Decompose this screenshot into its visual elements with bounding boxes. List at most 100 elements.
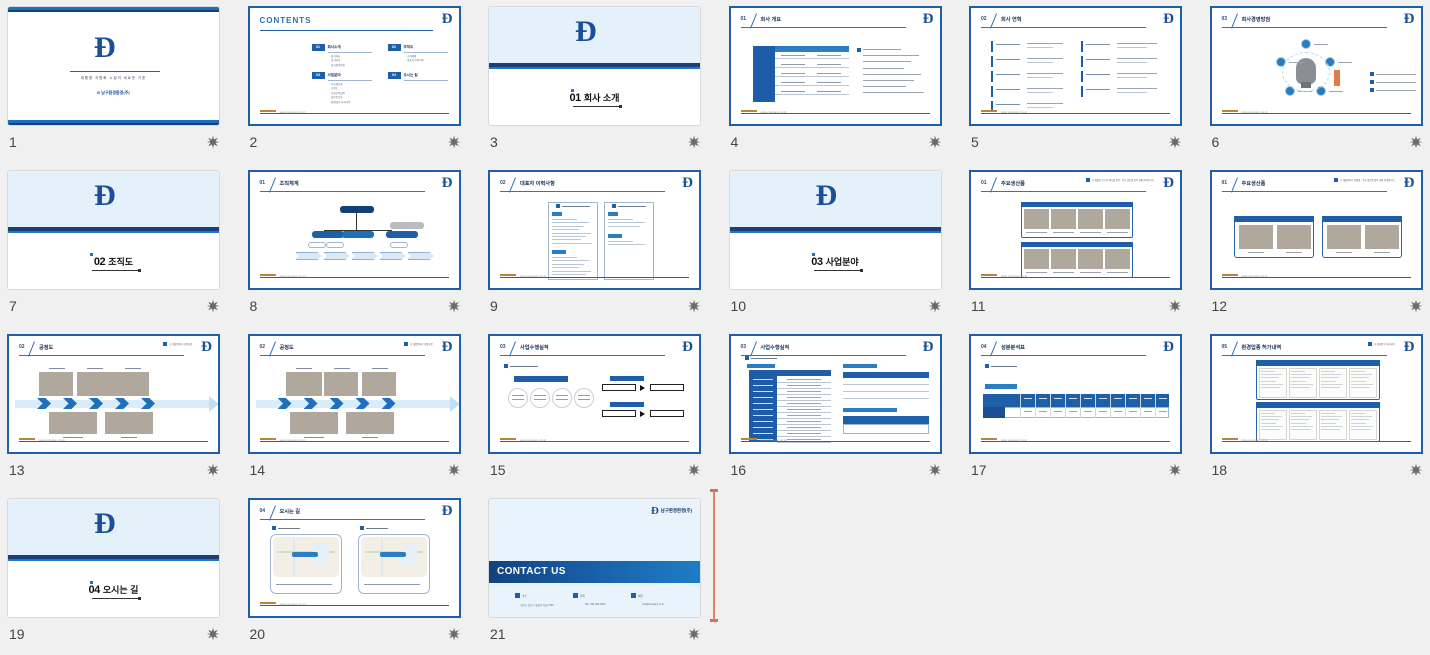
slide-cell[interactable]: Đ 04 오시는 길 19 — [7, 498, 247, 644]
slide-cell[interactable]: Đ 남구환경환경(주) CONTACT US 주소 경기도 김포시 대곶면 대곶로 99… — [488, 498, 728, 644]
slide-thumbnail-20[interactable]: 04오시는 길Đwww.company.co.kr — [247, 498, 461, 618]
slide-cell[interactable]: 03사업수행실적Đwww.company.co.kr 15 — [488, 334, 728, 480]
contents-subitem: · 대표자 이력사항 — [405, 59, 424, 63]
slide-thumbnail-11[interactable]: 01 주요생산품 Đ ※ 재활용 가능한 폐기물 품목 · 주요 생산품 품목 현황 … — [969, 170, 1182, 290]
slide-cell[interactable]: Đ 01 회사 소개 3 — [488, 6, 728, 152]
slide-cell[interactable]: 03회사경영방침Đwww.company.co.kr6 — [1209, 6, 1430, 152]
star-icon[interactable] — [928, 135, 942, 149]
slide-thumbnail-17[interactable]: 04성분분석표Đwww.company.co.kr — [969, 334, 1182, 454]
slide-thumbnail-4[interactable]: 01회사 개요Đwww.company.co.kr — [728, 6, 942, 126]
slide-thumbnail-9[interactable]: 02대표자 이력사항Đwww.company.co.kr — [488, 170, 701, 290]
slide-number: 20 — [249, 626, 266, 642]
slide-number: 7 — [9, 298, 17, 314]
slide-thumbnail-10[interactable]: Đ 03 사업분야 — [728, 170, 942, 290]
slide-cell[interactable]: 04오시는 길Đwww.company.co.kr 20 — [247, 498, 488, 644]
star-icon[interactable] — [1409, 463, 1423, 477]
slide-heading: 01 조직체계 — [259, 177, 449, 195]
slide-cell[interactable]: 02회사 연혁Đwww.company.co.kr5 — [969, 6, 1209, 152]
slide-cell[interactable]: 02공정도Đ※ 재활용처리 공정과정www.company.co.kr14 — [247, 334, 488, 480]
star-icon[interactable] — [206, 299, 220, 313]
slide-cell[interactable]: 01 주요생산품 Đ ※ 재활용처리 현황별 · 주요 생산품 품목 현황 안내입니다… — [1209, 170, 1430, 316]
slide-cell[interactable]: 03사업수행실적Đwww.company.co.kr16 — [728, 334, 969, 480]
contact-label: 전화 — [580, 595, 585, 598]
slide-caption: 21 — [488, 624, 701, 644]
star-icon[interactable] — [1168, 299, 1182, 313]
company-logo-d-icon: Đ — [575, 15, 597, 48]
slide-thumbnail-19[interactable]: Đ 04 오시는 길 — [7, 498, 220, 618]
slide-cell[interactable]: Đ 02 조직도 7 — [7, 170, 247, 316]
slide-heading-number: 01 — [1221, 180, 1228, 186]
heading-rule — [19, 355, 184, 356]
star-icon[interactable] — [1168, 463, 1182, 477]
star-icon[interactable] — [206, 463, 220, 477]
slide-heading-title: 사업수행실적 — [520, 345, 549, 351]
slide-heading-title: 회사경영방침 — [1241, 17, 1271, 23]
org-node-aux — [389, 222, 424, 229]
slide-cell[interactable]: 01조직체계Đwww.company.co.kr8 — [247, 170, 488, 316]
heading-rule — [1221, 355, 1387, 356]
slide-thumbnail-7[interactable]: Đ 02 조직도 — [7, 170, 220, 290]
footer-rule — [259, 441, 449, 442]
company-logo-d-icon: Đ — [1403, 175, 1415, 191]
slide-caption: 15 — [488, 460, 701, 480]
contents-heading: CONTENTS — [259, 16, 312, 25]
section-number: 02 — [93, 256, 106, 268]
process-chevron — [407, 252, 434, 260]
slide-thumbnail-18[interactable]: 05환경업종 허가내역Đ※ 환경업종 허가내역www.company.co.kr — [1209, 334, 1423, 454]
star-icon[interactable] — [687, 299, 701, 313]
slide-cell[interactable]: 02공정도Đ※ 재활용처리 공정과정www.company.co.kr13 — [7, 334, 247, 480]
slide-thumbnail-8[interactable]: 01조직체계Đwww.company.co.kr — [247, 170, 461, 290]
contents-item-label: 오시는 길 — [403, 73, 418, 77]
footer-accent — [259, 438, 276, 440]
slide-cell[interactable]: Đ 재활용 자원화 시설의 새로운 기준 Đ 남구환경환경(주) 1 — [7, 6, 247, 152]
star-icon[interactable] — [1409, 299, 1423, 313]
slide-cell[interactable]: CONTENTS Đ 01 회사소개 · 회사개요 · 회사연혁 · 회사경영방침 02 조직도… — [247, 6, 488, 152]
star-icon[interactable] — [928, 299, 942, 313]
star-icon[interactable] — [687, 627, 701, 641]
star-icon[interactable] — [928, 463, 942, 477]
slide-thumbnail-2[interactable]: CONTENTS Đ 01 회사소개 · 회사개요 · 회사연혁 · 회사경영방침 02 조직도… — [247, 6, 461, 126]
title-tagline: 재활용 자원화 시설의 새로운 기준 — [80, 76, 147, 80]
star-icon[interactable] — [206, 135, 220, 149]
slide-cell[interactable]: 05환경업종 허가내역Đ※ 환경업종 허가내역www.company.co.kr… — [1209, 334, 1430, 480]
star-icon[interactable] — [447, 463, 461, 477]
slide-cell[interactable]: 01 주요생산품 Đ ※ 재활용 가능한 폐기물 품목 · 주요 생산품 품목 현황 … — [969, 170, 1209, 316]
slide-photo — [289, 412, 338, 434]
star-icon[interactable] — [447, 627, 461, 641]
slide-photo — [1024, 249, 1049, 269]
slide-heading-title: 주요생산품 — [1241, 181, 1266, 187]
slide-caption: 4 — [729, 132, 942, 152]
slide-cell[interactable]: 02대표자 이력사항Đwww.company.co.kr9 — [488, 170, 728, 316]
star-icon[interactable] — [206, 627, 220, 641]
section-label: 03 사업분야 — [730, 255, 941, 268]
footer-accent — [259, 110, 276, 112]
footer-accent — [1221, 110, 1238, 112]
slide-cell[interactable]: Đ 03 사업분야 10 — [728, 170, 969, 316]
star-icon[interactable] — [447, 135, 461, 149]
slide-thumbnail-6[interactable]: 03회사경영방침Đwww.company.co.kr — [1209, 6, 1423, 126]
slide-thumbnail-21[interactable]: Đ 남구환경환경(주) CONTACT US 주소 경기도 김포시 대곶면 대곶로 99… — [488, 498, 701, 618]
slide-cell[interactable]: 01회사 개요Đwww.company.co.kr 4 — [728, 6, 969, 152]
star-icon[interactable] — [687, 463, 701, 477]
slide-thumbnail-1[interactable]: Đ 재활용 자원화 시설의 새로운 기준 Đ 남구환경환경(주) — [7, 6, 220, 126]
footer-accent — [981, 438, 997, 440]
star-icon[interactable] — [1168, 135, 1182, 149]
slide-caption: 3 — [488, 132, 701, 152]
slide-thumbnail-15[interactable]: 03사업수행실적Đwww.company.co.kr — [488, 334, 701, 454]
star-icon[interactable] — [1409, 135, 1423, 149]
slide-caption: 7 — [7, 296, 220, 316]
slide-thumbnail-3[interactable]: Đ 01 회사 소개 — [488, 6, 701, 126]
footer-rule — [740, 113, 930, 114]
star-icon[interactable] — [447, 299, 461, 313]
flow-circle — [574, 388, 594, 408]
slide-thumbnail-12[interactable]: 01 주요생산품 Đ ※ 재활용처리 현황별 · 주요 생산품 품목 현황 안내입니다… — [1209, 170, 1423, 290]
slide-thumbnail-14[interactable]: 02공정도Đ※ 재활용처리 공정과정www.company.co.kr — [247, 334, 461, 454]
slide-sorter-grid[interactable]: Đ 재활용 자원화 시설의 새로운 기준 Đ 남구환경환경(주) 1 CONTENTS Đ… — [0, 0, 1430, 655]
slide-heading-number: 02 — [981, 16, 987, 22]
slide-cell[interactable]: 04성분분석표Đwww.company.co.kr17 — [969, 334, 1209, 480]
star-icon[interactable] — [687, 135, 701, 149]
slide-thumbnail-13[interactable]: 02공정도Đ※ 재활용처리 공정과정www.company.co.kr — [7, 334, 220, 454]
slide-photo — [1238, 225, 1273, 249]
slide-thumbnail-16[interactable]: 03사업수행실적Đwww.company.co.kr — [728, 334, 942, 454]
slide-thumbnail-5[interactable]: 02회사 연혁Đwww.company.co.kr — [969, 6, 1182, 126]
